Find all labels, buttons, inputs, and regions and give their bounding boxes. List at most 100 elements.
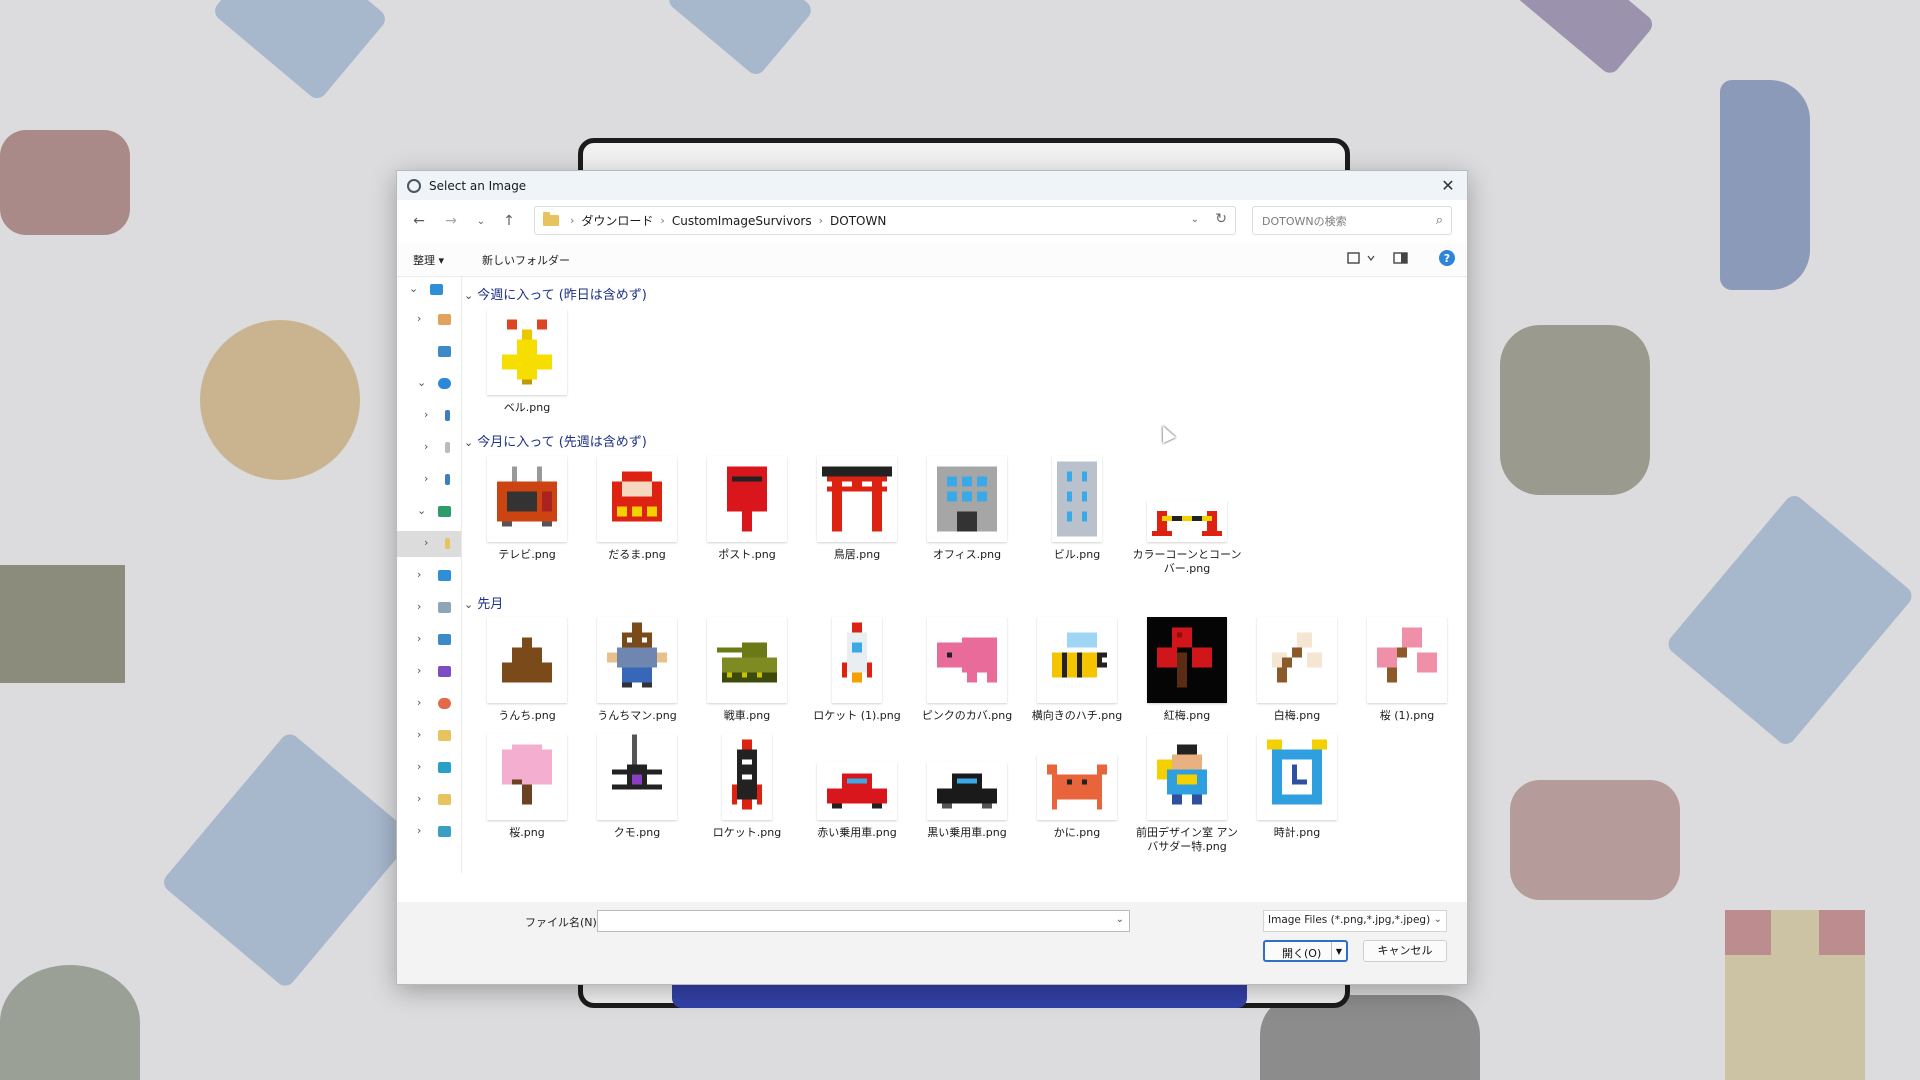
forward-arrow-icon: → [445, 213, 457, 229]
nav-tree-item[interactable]: › [397, 563, 461, 589]
this-pc-icon [438, 762, 451, 773]
background-meat [0, 130, 130, 235]
organize-menu[interactable]: 整理 ▾ [413, 252, 444, 268]
folder-icon [445, 538, 450, 549]
dialog-footer: ファイル名(N): ⌄ Image Files (*.png,*.jpg,*.j… [397, 902, 1467, 984]
group-header[interactable]: ⌄ 今週に入って (昨日は含めず) [462, 284, 647, 303]
nav-tree-item[interactable]: › [397, 755, 461, 781]
file-name: 戦車.png [723, 709, 771, 722]
breadcrumb-separator-icon: › [818, 214, 824, 227]
navigation-pane: ⌄ › ⌄ › › › ⌄ › › › › › › › › › › [397, 277, 462, 873]
refresh-button[interactable]: ↻ [1215, 211, 1227, 227]
chevron-right-icon: › [417, 728, 422, 741]
navigation-bar: ← → ⌄ ↑ › ダウンロード › CustomImageSurvivors … [397, 200, 1467, 242]
breadcrumb-item[interactable]: CustomImageSurvivors [672, 214, 812, 228]
back-button[interactable]: ← [408, 210, 430, 232]
group-header[interactable]: ⌄ 今月に入って (先週は含めず) [462, 431, 647, 450]
videos-icon [438, 666, 451, 677]
nav-tree-item[interactable]: › [397, 403, 461, 429]
nav-tree-item[interactable]: ⌄ [397, 371, 461, 397]
open-options-dropdown[interactable]: ▼ [1331, 942, 1346, 960]
address-history-dropdown[interactable]: ⌄ [1191, 214, 1199, 225]
file-name: カラーコーンとコーンバー.png [1132, 548, 1242, 575]
breadcrumb-separator-icon: › [660, 214, 665, 227]
nav-tree-item[interactable] [397, 339, 461, 365]
folder-icon [445, 474, 450, 485]
download-icon [438, 506, 451, 517]
view-options-button[interactable] [1347, 250, 1375, 266]
file-name: 鳥居.png [833, 548, 881, 561]
nav-tree-item[interactable]: › [397, 723, 461, 749]
nav-tree-item[interactable]: › [397, 691, 461, 717]
file-name: ロケット (1).png [813, 709, 901, 722]
up-arrow-icon: ↑ [503, 213, 515, 229]
documents-icon [438, 602, 451, 613]
ambassador-thumbnail [1147, 734, 1227, 820]
chevron-down-icon: ⌄ [417, 376, 427, 389]
filename-input[interactable]: ⌄ [597, 910, 1130, 932]
nav-tree-item[interactable]: › [397, 659, 461, 685]
file-name: ベル.png [503, 401, 551, 414]
file-name: うんち.png [498, 709, 556, 722]
chevron-down-icon: ⌄ [464, 436, 474, 449]
nav-tree-item[interactable]: › [397, 595, 461, 621]
close-icon: ✕ [1441, 175, 1455, 195]
cancel-button[interactable]: キャンセル [1363, 940, 1447, 962]
red-car-thumbnail [817, 762, 897, 820]
breadcrumb-item[interactable]: DOTOWN [830, 214, 886, 228]
postbox-thumbnail [707, 456, 787, 542]
group-header-label: 今週に入って (昨日は含めず) [477, 288, 647, 303]
nav-tree-item[interactable]: › [397, 307, 461, 333]
close-button[interactable]: ✕ [1435, 173, 1461, 197]
file-type-filter[interactable]: Image Files (*.png,*.jpg,*.jpeg) ⌄ [1263, 910, 1447, 932]
group-header[interactable]: ⌄ 先月 [462, 593, 503, 612]
torii-thumbnail [817, 456, 897, 542]
open-button[interactable]: 開く(O) ▼ [1263, 940, 1348, 962]
nav-tree-item[interactable]: › [397, 787, 461, 813]
chevron-down-icon[interactable]: ⌄ [1116, 914, 1124, 925]
recent-locations-button[interactable]: ⌄ [470, 210, 492, 232]
chevron-right-icon: › [417, 600, 422, 613]
group-header-label: 今月に入って (先週は含めず) [477, 435, 647, 450]
breadcrumb-item[interactable]: ダウンロード [581, 212, 653, 229]
file-name: 前田デザイン室 アンバサダー特.png [1135, 826, 1239, 853]
file-name: だるま.png [608, 548, 666, 561]
rocket-white-thumbnail [832, 617, 882, 703]
nav-tree-item[interactable]: › [397, 467, 461, 493]
nav-tree-item[interactable]: ⌄ [397, 499, 461, 525]
bell-thumbnail [487, 309, 567, 395]
nav-tree-item[interactable]: ⌄ [397, 277, 461, 303]
nav-tree-item[interactable]: › [397, 819, 461, 845]
forward-button[interactable]: → [440, 210, 462, 232]
gallery-icon [438, 346, 451, 357]
background-gem [160, 730, 415, 990]
nav-tree-item-selected[interactable]: › [397, 531, 461, 557]
file-name: ポスト.png [718, 548, 776, 561]
cone-bar-thumbnail [1147, 500, 1227, 542]
rocket-black-thumbnail [722, 734, 772, 820]
help-button[interactable]: ? [1439, 250, 1455, 266]
new-folder-button[interactable]: 新しいフォルダー [482, 252, 570, 268]
folder-icon [438, 730, 451, 741]
search-input[interactable]: DOTOWNの検索 ⌕ [1252, 206, 1452, 235]
up-button[interactable]: ↑ [498, 210, 520, 232]
group-header-label: 先月 [477, 597, 504, 612]
chevron-right-icon: › [417, 792, 422, 805]
red-plum-thumbnail [1147, 617, 1227, 703]
folder-icon [543, 212, 559, 226]
preview-pane-button[interactable] [1393, 250, 1409, 266]
chevron-right-icon: › [424, 440, 429, 453]
tank-thumbnail [707, 617, 787, 703]
onedrive-icon [438, 378, 451, 389]
help-icon: ? [1443, 251, 1451, 265]
back-arrow-icon: ← [413, 213, 425, 229]
pink-hippo-thumbnail [927, 617, 1007, 703]
address-bar[interactable]: › ダウンロード › CustomImageSurvivors › DOTOWN… [534, 206, 1236, 235]
nav-tree-item[interactable]: › [397, 435, 461, 461]
poop-thumbnail [487, 617, 567, 703]
sakura-tree-thumbnail [487, 734, 567, 820]
crab-thumbnail [1037, 754, 1117, 820]
sakura-branch-thumbnail [1367, 617, 1447, 703]
chevron-right-icon: › [417, 760, 422, 773]
nav-tree-item[interactable]: › [397, 627, 461, 653]
